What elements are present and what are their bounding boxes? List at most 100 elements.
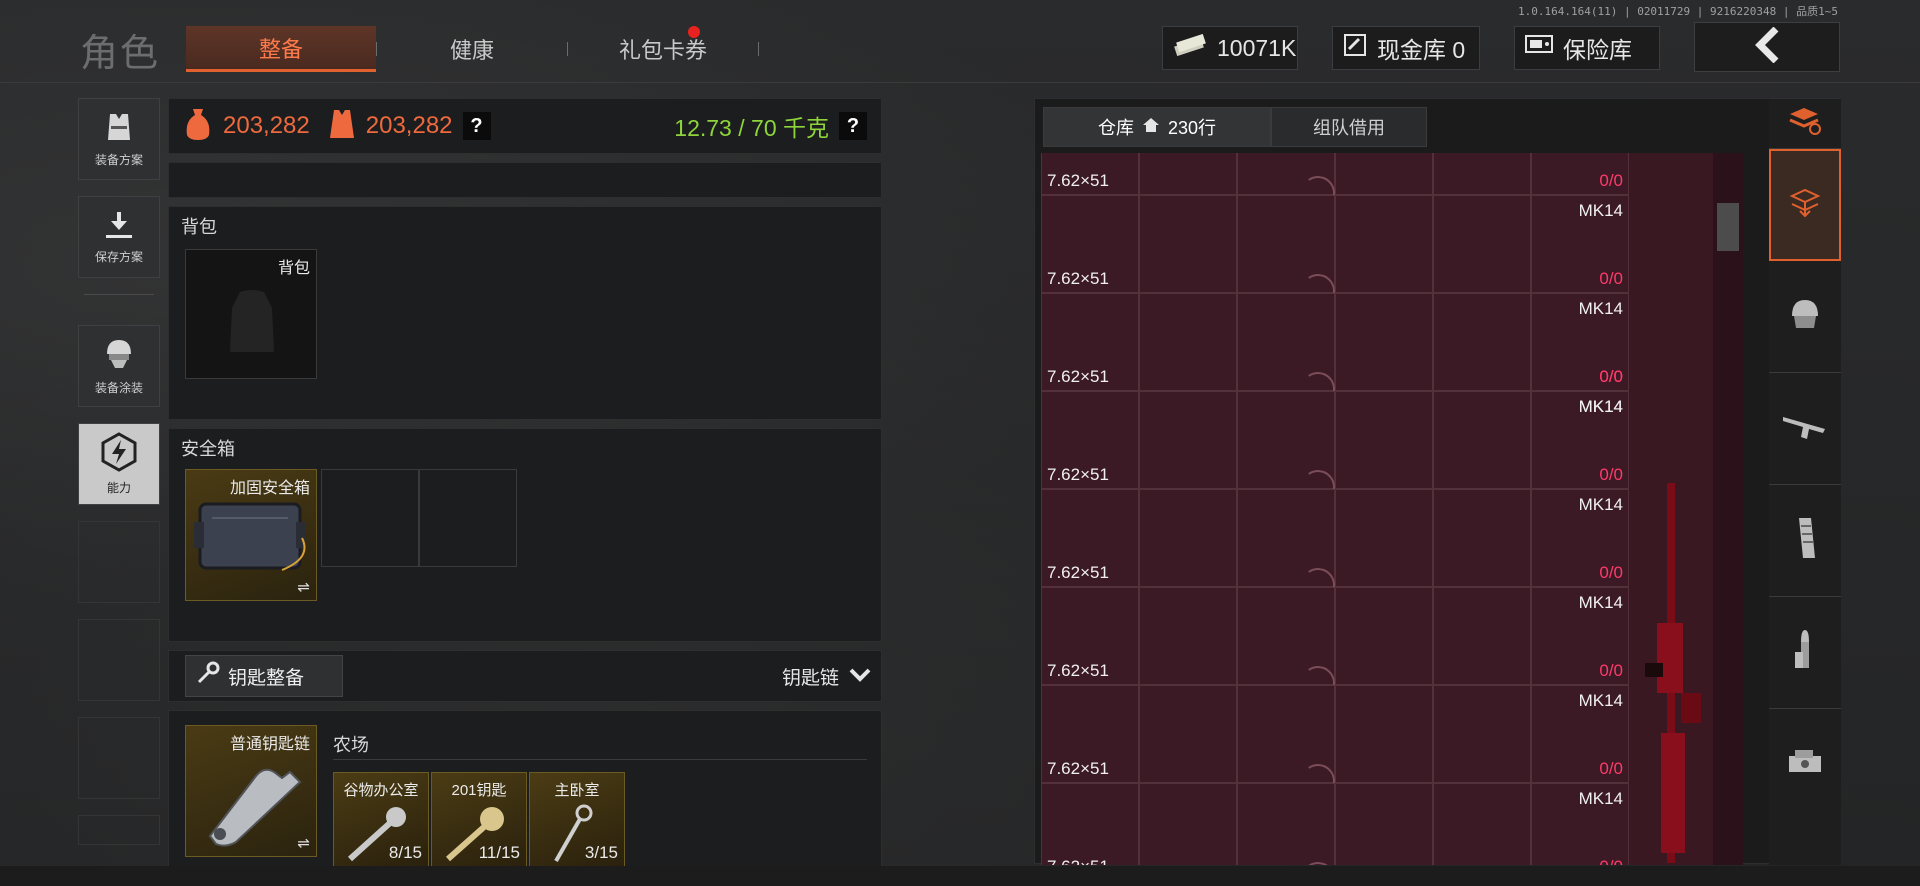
bottom-bar bbox=[0, 866, 1920, 886]
safebox-empty-cell[interactable] bbox=[321, 469, 419, 567]
ammo-caliber-label: 7.62×51 bbox=[1047, 269, 1109, 288]
ammo-item[interactable]: 7.62×51 0/0 MK14 bbox=[1041, 783, 1629, 865]
weapon-name-label: MK14 bbox=[1578, 495, 1623, 514]
key-item-count: 8/15 bbox=[388, 843, 422, 862]
warehouse-panel: 仓库 230行 组队借用 7.62×51 0/0 7.62×51 0/0 MK14 7.6… bbox=[1034, 98, 1841, 865]
ammo-count: 0/0 bbox=[1599, 661, 1623, 680]
safebox-case-icon bbox=[192, 498, 310, 583]
filter-magazine-button[interactable] bbox=[1769, 485, 1841, 597]
ammo-caliber-label: 7.62×51 bbox=[1047, 661, 1109, 680]
magazine-icon bbox=[1791, 516, 1819, 565]
main-tabs: 整备 健康 礼包卡券 bbox=[186, 26, 759, 72]
empty-bar bbox=[168, 162, 882, 198]
safe-vault-label: 保险库 bbox=[1563, 37, 1632, 63]
safebox-slot[interactable]: 加固安全箱 ⇌ bbox=[185, 469, 317, 601]
weight-help-button[interactable]: ? bbox=[839, 112, 867, 140]
cash-vault-label: 现金库 0 bbox=[1377, 37, 1466, 63]
weapon-name-label: MK14 bbox=[1578, 789, 1623, 808]
key-loadout-button[interactable]: 钥匙整备 bbox=[185, 655, 343, 697]
ability-button[interactable]: 能力 bbox=[78, 423, 160, 505]
version-text: 1.0.164.164(11) | 02011729 | 9216220348 … bbox=[1517, 5, 1838, 18]
ammo-caliber-label: 7.62×51 bbox=[1047, 759, 1109, 778]
weapon-name-label: MK14 bbox=[1578, 593, 1623, 612]
key-item[interactable]: 主卧室 3/15 bbox=[529, 772, 625, 868]
tab-storage-label: 仓库 bbox=[1097, 118, 1134, 138]
equipment-skin-button[interactable]: 装备涂装 bbox=[78, 325, 160, 407]
loading-spinner-icon bbox=[1298, 859, 1338, 865]
tab-team-borrow-label: 组队借用 bbox=[1313, 118, 1385, 138]
ammo-item[interactable]: 7.62×51 0/0 MK14 bbox=[1041, 587, 1629, 703]
key-item-name: 主卧室 bbox=[554, 782, 600, 799]
filter-all-button[interactable] bbox=[1769, 149, 1841, 261]
keychain-icon bbox=[196, 756, 306, 853]
backpack-section-title: 背包 bbox=[181, 217, 217, 237]
backpack-slot[interactable]: 背包 bbox=[185, 249, 317, 379]
helmet-vest-icon bbox=[1786, 296, 1824, 337]
empty-slot bbox=[78, 815, 160, 845]
back-button[interactable] bbox=[1694, 22, 1840, 72]
ammo-item[interactable]: 7.62×51 0/0 bbox=[1041, 153, 1629, 213]
scroll-thumb[interactable] bbox=[1717, 203, 1739, 251]
filter-weapon-button[interactable] bbox=[1769, 373, 1841, 485]
ammo-item[interactable]: 7.62×51 0/0 MK14 bbox=[1041, 489, 1629, 605]
empty-slot bbox=[78, 619, 160, 701]
keychain-dropdown-label: 钥匙链 bbox=[781, 668, 839, 689]
scope-attachment-icon bbox=[1785, 746, 1825, 785]
sort-layers-icon bbox=[1788, 106, 1822, 141]
ammo-caliber-label: 7.62×51 bbox=[1047, 367, 1109, 386]
side-nav: 装备方案 保存方案 装备涂装 能力 bbox=[78, 98, 160, 861]
key-location-divider bbox=[333, 759, 867, 760]
keychain-label: 普通钥匙链 bbox=[229, 736, 310, 753]
filter-attachment-button[interactable] bbox=[1769, 709, 1841, 821]
rifle-silhouette-icon bbox=[1631, 483, 1721, 865]
tab-storage[interactable]: 仓库 230行 bbox=[1043, 107, 1271, 147]
money-value: 10071K bbox=[1217, 34, 1297, 61]
ammo-item[interactable]: 7.62×51 0/0 MK14 bbox=[1041, 685, 1629, 801]
cash-vault-button[interactable]: 现金库 0 bbox=[1332, 26, 1480, 70]
key-item-name: 谷物办公室 bbox=[343, 782, 419, 799]
weapon-name-label: MK14 bbox=[1578, 201, 1623, 220]
ammo-count: 0/0 bbox=[1599, 563, 1623, 582]
weapon-name-label: MK14 bbox=[1578, 299, 1623, 318]
key-header: 钥匙整备 钥匙链 bbox=[168, 650, 882, 702]
key-item-count: 3/15 bbox=[584, 843, 618, 862]
tab-loadout[interactable]: 整备 bbox=[186, 26, 376, 72]
backpack-slot-label: 背包 bbox=[277, 260, 310, 277]
help-button[interactable]: ? bbox=[462, 112, 491, 140]
filter-ammo-button[interactable] bbox=[1769, 597, 1841, 709]
ammo-caliber-label: 7.62×51 bbox=[1047, 171, 1109, 190]
helmet-skin-icon bbox=[101, 336, 137, 375]
save-plan-button[interactable]: 保存方案 bbox=[78, 196, 160, 278]
ammo-count: 0/0 bbox=[1599, 269, 1623, 288]
key-location-label: 农场 bbox=[333, 735, 369, 755]
sort-button[interactable] bbox=[1769, 99, 1841, 149]
notification-dot bbox=[688, 26, 700, 38]
loadout-plan-button[interactable]: 装备方案 bbox=[78, 98, 160, 180]
loadout-stats: 203,282 203,282 ? 12.73 / 70 千克 ? bbox=[168, 98, 882, 154]
key-item[interactable]: 谷物办公室 8/15 bbox=[333, 772, 429, 868]
swap-icon[interactable]: ⇌ bbox=[297, 578, 310, 596]
save-plan-label: 保存方案 bbox=[94, 250, 143, 264]
key-item[interactable]: 201钥匙 11/15 bbox=[431, 772, 527, 868]
value-bag-icon bbox=[183, 107, 213, 146]
swap-icon[interactable]: ⇌ bbox=[297, 834, 310, 852]
safe-vault-button[interactable]: 保险库 bbox=[1514, 26, 1660, 70]
ammo-icon bbox=[1791, 628, 1819, 677]
safe-icon bbox=[1525, 34, 1553, 62]
tab-loadout-label: 整备 bbox=[258, 36, 303, 62]
page-title: 角色 bbox=[80, 33, 161, 75]
tab-team-borrow[interactable]: 组队借用 bbox=[1271, 107, 1427, 147]
loadout-plan-label: 装备方案 bbox=[94, 153, 143, 167]
warehouse-grid[interactable]: 7.62×51 0/0 7.62×51 0/0 MK14 7.62×51 0/0 MK14 7.… bbox=[1041, 153, 1743, 865]
safebox-section: 安全箱 加固安全箱 ⇌ bbox=[168, 428, 882, 642]
safebox-empty-cell[interactable] bbox=[419, 469, 517, 567]
filter-gear-button[interactable] bbox=[1769, 261, 1841, 373]
keychain-slot[interactable]: 普通钥匙链 ⇌ bbox=[185, 725, 317, 857]
tab-health[interactable]: 健康 bbox=[377, 26, 567, 72]
ammo-item[interactable]: 7.62×51 0/0 MK14 bbox=[1041, 195, 1629, 311]
layers-download-icon bbox=[1788, 186, 1822, 225]
keychain-dropdown[interactable]: 钥匙链 bbox=[782, 663, 871, 690]
tab-gift-cards[interactable]: 礼包卡券 bbox=[568, 26, 758, 72]
ammo-caliber-label: 7.62×51 bbox=[1047, 857, 1109, 865]
safebox-item-label: 加固安全箱 bbox=[229, 480, 310, 497]
